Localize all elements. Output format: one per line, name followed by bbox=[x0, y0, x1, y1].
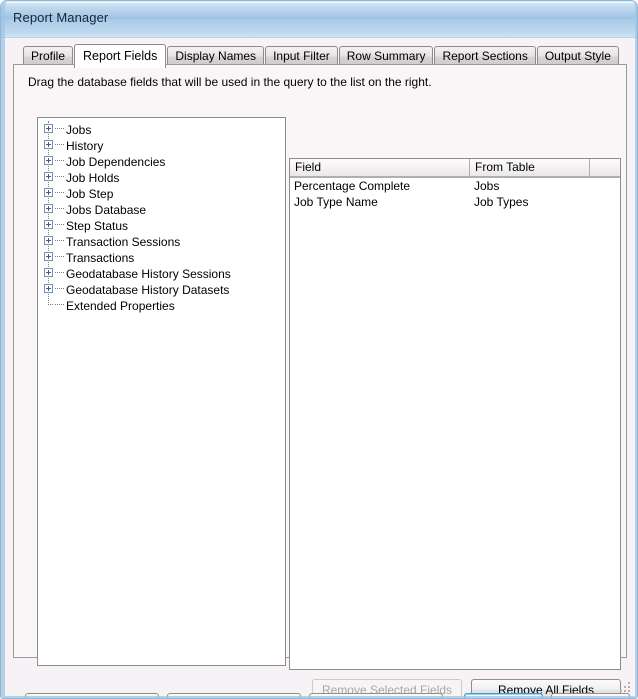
tree-node-step-status[interactable]: Step Status bbox=[38, 217, 285, 233]
expand-plus-icon[interactable] bbox=[44, 188, 53, 198]
instruction-text: Drag the database fields that will be us… bbox=[28, 75, 432, 89]
expand-plus-icon[interactable] bbox=[44, 220, 53, 230]
tree-node-jobs[interactable]: Jobs bbox=[38, 121, 285, 137]
tree-node-history[interactable]: History bbox=[38, 137, 285, 153]
tree-node-jobs-database[interactable]: Jobs Database bbox=[38, 201, 285, 217]
expand-plus-icon[interactable] bbox=[44, 204, 53, 214]
expand-plus-icon[interactable] bbox=[44, 172, 53, 182]
tree-node-transactions[interactable]: Transactions bbox=[38, 249, 285, 265]
tree-node-label: Jobs Database bbox=[66, 202, 147, 217]
tab-profile[interactable]: Profile bbox=[23, 46, 74, 66]
tree-connector-icon bbox=[55, 144, 64, 146]
tree-node-label: Transactions bbox=[66, 250, 135, 265]
grid-cell-from_table: Job Types bbox=[474, 195, 529, 209]
tab-output-style[interactable]: Output Style bbox=[536, 46, 619, 66]
tree-connector-icon bbox=[55, 128, 64, 130]
grid-column-header-1[interactable]: From Table bbox=[470, 159, 590, 177]
tree-node-label: Job Step bbox=[66, 186, 114, 201]
tree-connector-icon bbox=[55, 224, 64, 226]
expand-plus-icon[interactable] bbox=[44, 124, 53, 134]
tree-connector-icon bbox=[55, 176, 64, 178]
tree-node-geodatabase-history-sessions[interactable]: Geodatabase History Sessions bbox=[38, 265, 285, 281]
ok-button[interactable]: OK bbox=[464, 693, 543, 698]
selected-fields-grid[interactable]: Field From Table Percentage Complete Jobs J… bbox=[289, 158, 621, 670]
tree-connector-icon bbox=[55, 304, 64, 306]
grid-cell-field: Job Type Name bbox=[294, 195, 378, 209]
tree-leaf-icon bbox=[44, 294, 53, 309]
tab-display-names[interactable]: Display Names bbox=[167, 46, 265, 66]
tree-node-label: Transaction Sessions bbox=[66, 234, 181, 249]
expand-plus-icon[interactable] bbox=[44, 252, 53, 262]
tree-node-label: Extended Properties bbox=[66, 298, 175, 313]
tree-connector-icon bbox=[55, 288, 64, 290]
expand-plus-icon[interactable] bbox=[44, 140, 53, 150]
tree-connector-icon bbox=[55, 240, 64, 242]
tree-node-list: Jobs History Job Dependencies Job Holds Job … bbox=[38, 118, 285, 313]
grid-column-header-0[interactable]: Field bbox=[290, 159, 470, 177]
expand-plus-icon[interactable] bbox=[44, 156, 53, 166]
grid-cell-extra bbox=[590, 194, 620, 210]
grid-column-header-2[interactable] bbox=[590, 159, 620, 177]
cancel-button[interactable]: Cancel bbox=[551, 693, 630, 698]
tree-connector-icon bbox=[55, 160, 64, 162]
grid-header-row: Field From Table bbox=[290, 159, 620, 178]
grid-cell-field: Percentage Complete bbox=[294, 179, 411, 193]
tree-node-extended-properties[interactable]: Extended Properties bbox=[38, 294, 285, 313]
window-title: Report Manager bbox=[13, 10, 109, 25]
resize-grip-icon[interactable] bbox=[619, 681, 631, 693]
tree-node-geodatabase-history-datasets[interactable]: Geodatabase History Datasets bbox=[38, 281, 285, 297]
preview-sql-button[interactable]: Preview SQL bbox=[167, 693, 301, 698]
preview-report-button[interactable]: Preview Report bbox=[25, 693, 159, 698]
database-fields-tree[interactable]: Jobs History Job Dependencies Job Holds Job … bbox=[37, 117, 286, 666]
title-bar: Report Manager bbox=[1, 1, 637, 38]
tree-node-job-step[interactable]: Job Step bbox=[38, 185, 285, 201]
tree-node-label: Step Status bbox=[66, 218, 129, 233]
tree-node-label: Geodatabase History Datasets bbox=[66, 282, 230, 297]
grid-body[interactable]: Percentage Complete Jobs Job Type Name Job … bbox=[290, 178, 620, 210]
report-manager-window: Report Manager Profile Report Fields Displ… bbox=[0, 0, 638, 699]
tab-strip: Profile Report Fields Display Names Input F… bbox=[23, 44, 635, 86]
tab-row-summary[interactable]: Row Summary bbox=[338, 46, 434, 66]
tree-connector-icon bbox=[55, 256, 64, 258]
expand-plus-icon[interactable] bbox=[44, 268, 53, 278]
client-area: Profile Report Fields Display Names Input F… bbox=[5, 38, 635, 698]
grid-cell-from_table: Jobs bbox=[474, 179, 500, 193]
tree-node-job-dependencies[interactable]: Job Dependencies bbox=[38, 153, 285, 169]
tree-node-label: Jobs bbox=[66, 122, 92, 137]
tab-report-sections[interactable]: Report Sections bbox=[434, 46, 536, 66]
sql-view-button[interactable]: SQL View bbox=[309, 693, 443, 698]
tab-page-report-fields: Drag the database fields that will be us… bbox=[13, 64, 627, 698]
tree-node-transaction-sessions[interactable]: Transaction Sessions bbox=[38, 233, 285, 249]
tab-report-fields[interactable]: Report Fields bbox=[74, 44, 167, 68]
expand-plus-icon[interactable] bbox=[44, 236, 53, 246]
tab-input-filter[interactable]: Input Filter bbox=[265, 46, 338, 66]
tree-connector-icon bbox=[55, 272, 64, 274]
tree-connector-icon bbox=[55, 208, 64, 210]
tree-node-label: Job Holds bbox=[66, 170, 120, 185]
grid-row[interactable]: Job Type Name Job Types bbox=[290, 194, 620, 210]
tree-node-label: Geodatabase History Sessions bbox=[66, 266, 231, 281]
expand-plus-icon[interactable] bbox=[44, 284, 53, 294]
tree-node-job-holds[interactable]: Job Holds bbox=[38, 169, 285, 185]
grid-cell-extra bbox=[590, 178, 620, 194]
grid-row[interactable]: Percentage Complete Jobs bbox=[290, 178, 620, 194]
tree-node-label: History bbox=[66, 138, 104, 153]
tree-node-label: Job Dependencies bbox=[66, 154, 166, 169]
tree-connector-icon bbox=[55, 192, 64, 194]
